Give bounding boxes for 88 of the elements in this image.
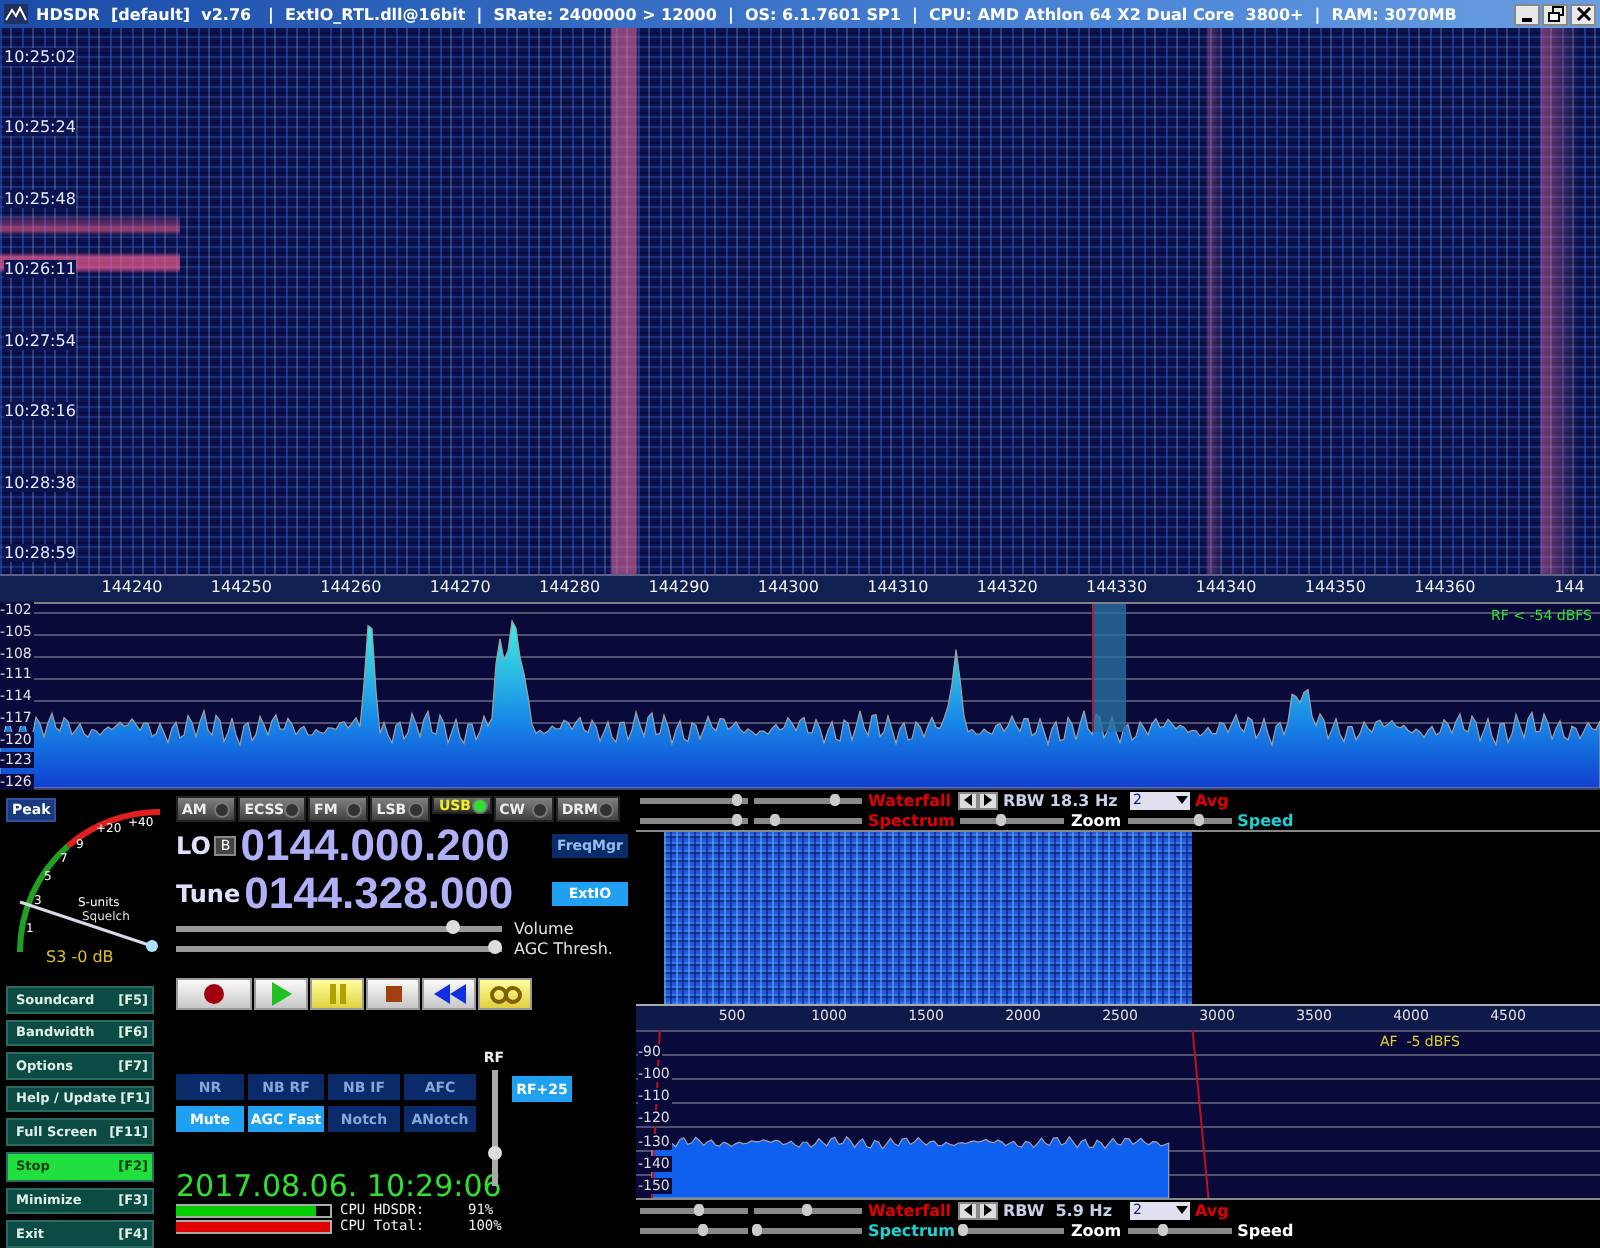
frequency-label: 144270: [429, 578, 491, 596]
slider-track[interactable]: [176, 925, 502, 931]
spectrum-label: Spectrum: [868, 811, 955, 829]
timestamp: 10:28:38: [4, 473, 76, 492]
loop-button[interactable]: [478, 978, 532, 1010]
waterfall-label: Waterfall: [868, 791, 951, 809]
restore-icon: [1547, 6, 1563, 22]
zoom-label: Zoom: [1070, 1221, 1122, 1239]
rewind-button[interactable]: [422, 978, 476, 1010]
play-icon: [271, 982, 291, 1006]
loop-icon: [489, 985, 521, 1003]
close-icon: [1575, 6, 1591, 22]
right-arrow-button[interactable]: [977, 791, 997, 809]
slider-track[interactable]: [754, 1207, 862, 1213]
slider-track[interactable]: [176, 945, 502, 951]
zoom-label: Zoom: [1070, 811, 1122, 829]
lo-label: LO: [176, 832, 211, 860]
timestamp: 10:27:54: [4, 331, 76, 350]
speed-slider-track[interactable]: [1127, 817, 1232, 823]
slider-thumb[interactable]: [445, 919, 460, 933]
pause-button[interactable]: [310, 978, 364, 1010]
slider-track[interactable]: [754, 817, 862, 823]
window-title: HDSDR [default] v2.76 | ExtIO_RTL.dll@16bit | SRate: 2400000 > 12000 | OS: 6.1.7601 SP1 | CPU: AMD Athlon 64 X2 Dual Core 3800+ | RAM: 3070MB: [36, 5, 1459, 23]
rbw-label: RBW 18.3 Hz: [1003, 791, 1120, 809]
slider-label: AGC Thresh.: [514, 939, 613, 957]
rbw-label: RBW 5.9 Hz: [1003, 1201, 1115, 1219]
stop-button[interactable]: [366, 978, 420, 1010]
tune-label: Tune: [176, 880, 241, 908]
zoom-slider-track[interactable]: [960, 1227, 1065, 1233]
rf-slider-thumb[interactable]: [487, 1145, 501, 1160]
slider-track[interactable]: [640, 797, 748, 803]
avg-label: Avg: [1195, 791, 1229, 809]
slider-track[interactable]: [754, 1227, 862, 1233]
close-button[interactable]: [1570, 3, 1596, 25]
left-arrow-icon: [963, 794, 971, 806]
timestamp: 10:25:24: [4, 118, 76, 137]
timestamp: 10:28:16: [4, 402, 76, 421]
frequency-label: 144350: [1304, 578, 1366, 596]
right-arrow-button[interactable]: [977, 1201, 997, 1219]
frequency-label: 144310: [867, 578, 929, 596]
app-icon: [4, 4, 28, 24]
left-arrow-icon: [963, 1204, 971, 1216]
avg-label: Avg: [1195, 1201, 1229, 1219]
slider-label: Volume: [514, 919, 574, 937]
frequency-label: 144260: [320, 578, 382, 596]
frequency-label: 144290: [648, 578, 710, 596]
record-button[interactable]: [176, 978, 252, 1010]
frequency-label: 144360: [1414, 578, 1476, 596]
lo-frequency[interactable]: 0144.000.200: [240, 822, 510, 870]
left-arrow-button[interactable]: [957, 791, 977, 809]
tune-frequency[interactable]: 0144.328.000: [244, 870, 514, 918]
timestamp: 10:25:48: [4, 189, 76, 208]
speed-label: Speed: [1237, 811, 1294, 829]
dropdown-arrow-icon: [1175, 1206, 1187, 1214]
frequency-label: 144: [1554, 578, 1585, 596]
frequency-label: 144250: [210, 578, 272, 596]
right-arrow-icon: [983, 794, 991, 806]
right-arrow-icon: [983, 1204, 991, 1216]
frequency-label: 144320: [976, 578, 1038, 596]
waterfall-label: Waterfall: [868, 1201, 951, 1219]
minimize-button[interactable]: [1514, 3, 1540, 25]
signal-reading: S3 -0 dB: [46, 948, 114, 966]
frequency-label: 144340: [1195, 578, 1257, 596]
speed-slider-track[interactable]: [1127, 1227, 1232, 1233]
slider-track[interactable]: [754, 797, 862, 803]
pause-icon: [329, 984, 345, 1004]
zoom-slider-track[interactable]: [960, 817, 1065, 823]
restore-button[interactable]: [1542, 3, 1568, 25]
frequency-label: 144300: [757, 578, 819, 596]
frequency-label: 144330: [1086, 578, 1148, 596]
play-button[interactable]: [254, 978, 308, 1010]
record-icon: [204, 984, 224, 1004]
slider-track[interactable]: [640, 817, 748, 823]
slider-thumb[interactable]: [487, 939, 502, 953]
stop-icon: [385, 986, 401, 1002]
rewind-icon: [433, 984, 465, 1004]
slider-track[interactable]: [640, 1207, 748, 1213]
left-arrow-button[interactable]: [957, 1201, 977, 1219]
passband-marker: [1092, 604, 1126, 732]
timestamp: 10:26:11: [4, 260, 76, 279]
timestamp: 10:25:02: [4, 48, 76, 66]
date-time: 2017.08.06. 10:29:06: [176, 1170, 502, 1202]
frequency-label: 144240: [101, 578, 163, 596]
frequency-label: 144280: [539, 578, 601, 596]
timestamp: 10:28:59: [4, 543, 76, 562]
dropdown-arrow-icon: [1175, 796, 1187, 804]
speed-label: Speed: [1237, 1221, 1294, 1239]
spectrum-label: Spectrum: [868, 1221, 955, 1239]
